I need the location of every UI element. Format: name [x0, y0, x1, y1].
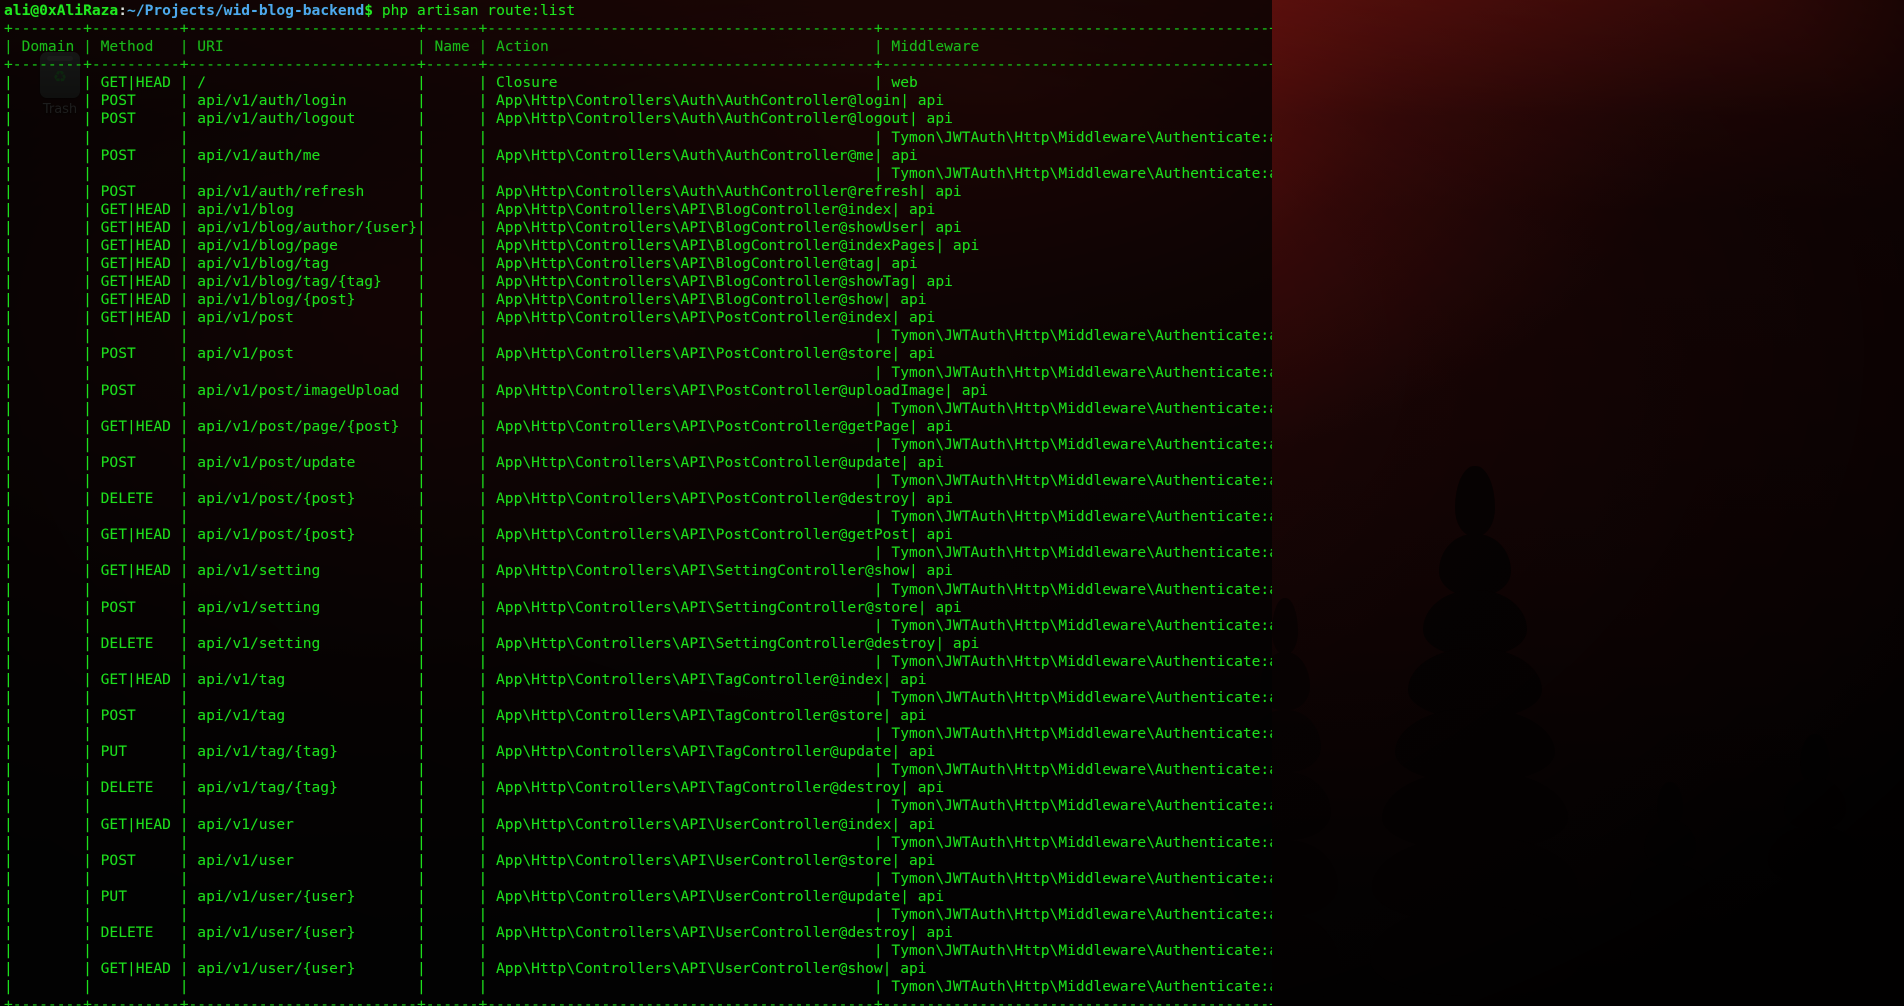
wallpaper-tree-large: [1370, 446, 1580, 1006]
wallpaper-tree-small-left: [1610, 776, 1730, 1006]
terminal-window[interactable]: ali@0xAliRaza:~/Projects/wid-blog-backen…: [0, 0, 1272, 1006]
terminal-output[interactable]: ali@0xAliRaza:~/Projects/wid-blog-backen…: [0, 0, 1272, 1006]
desktop: ♻ Trash ali@0xAliRaza:~/Projects/wid-blo…: [0, 0, 1904, 1006]
wallpaper-tree-small-right: [1740, 726, 1890, 1006]
